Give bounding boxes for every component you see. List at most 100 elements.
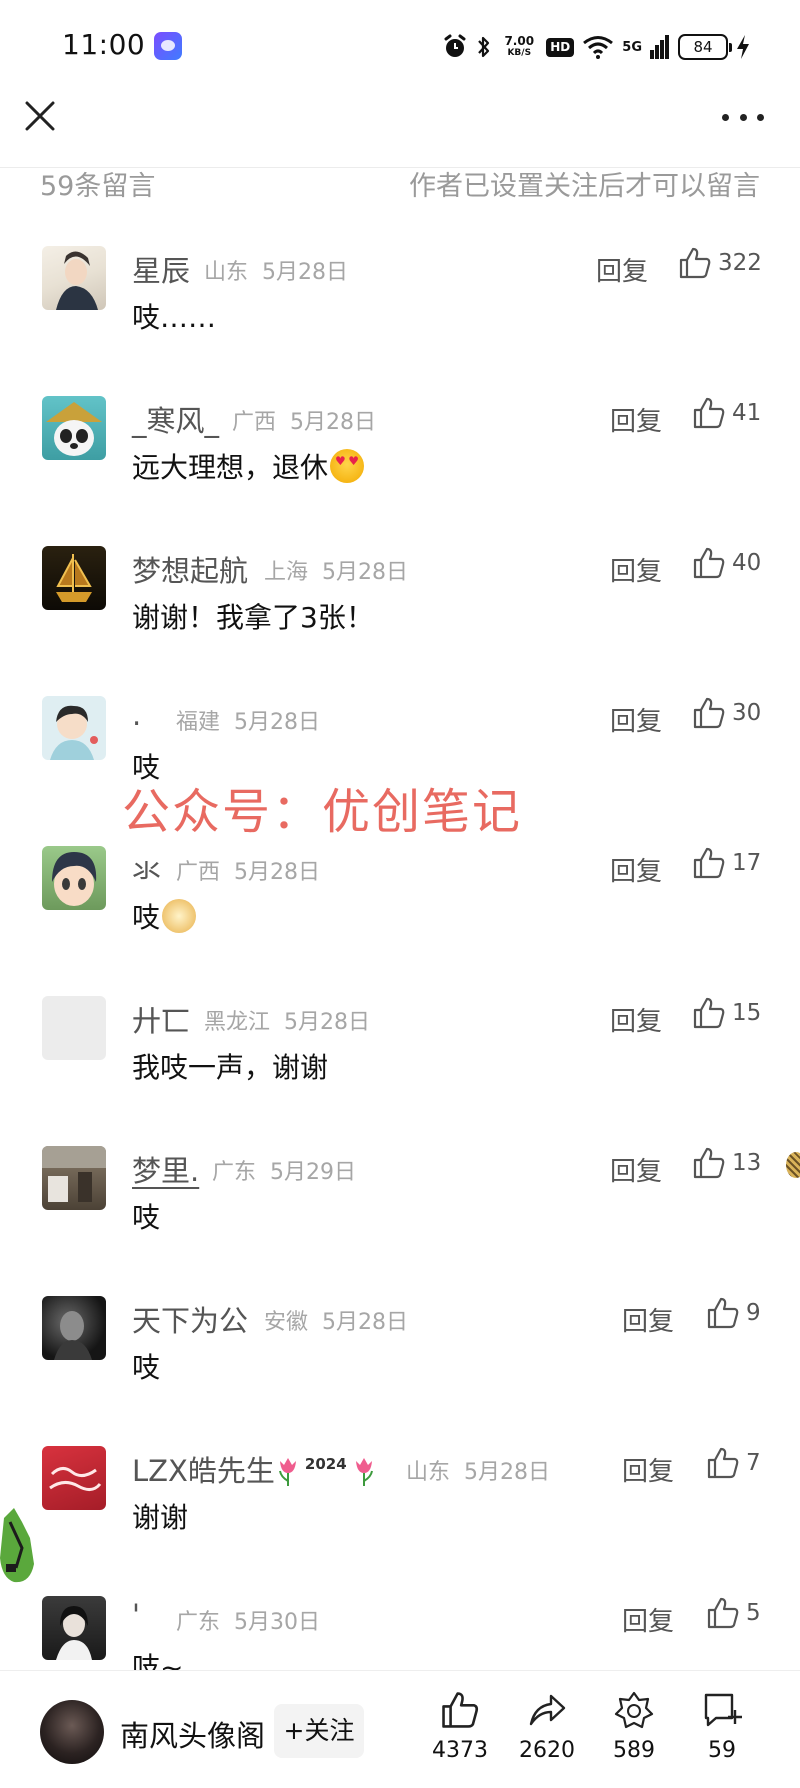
like-button[interactable]: 41 [692,396,761,430]
comment-author[interactable]: 天下为公 [132,1298,248,1340]
avatar[interactable] [42,1446,106,1510]
comment-author[interactable]: . [132,698,141,732]
reply-button[interactable]: 回复 [622,1601,674,1638]
author-avatar[interactable] [40,1700,104,1764]
comment-item: 星辰 山东 5月28日 吱…… 回复 322 [0,246,800,376]
battery-icon: 84 [678,34,732,60]
comment-author[interactable]: ' [132,1598,140,1632]
heart-eyes-emoji-icon [330,449,365,483]
comment-region: 上海 [264,560,309,585]
avatar[interactable] [42,246,106,310]
like-count: 9 [746,1300,761,1326]
comment-item: 梦里. 广东 5月29日 吱 回复 13 [0,1146,800,1276]
comment-text: 我吱一声，谢谢 [132,1051,329,1084]
thumbs-up-icon [692,996,726,1030]
avatar[interactable] [42,1296,106,1360]
comment-text-body: 远大理想，退休 [132,451,329,484]
reply-button[interactable]: 回复 [622,1301,674,1338]
comment-item: _寒风_ 广西 5月28日 远大理想，退休 回复 41 [0,396,800,526]
reply-button[interactable]: 回复 [610,701,662,738]
like-button[interactable]: 40 [692,546,761,580]
comment-text: 吱 [132,1351,161,1384]
comment-region: 安徽 [264,1310,309,1335]
comment-author[interactable]: 氺 [132,848,161,890]
like-button[interactable]: 13 [692,1146,761,1180]
comment-date: 5月28日 [234,710,321,735]
avatar[interactable] [42,546,106,610]
comment-meta: 黑龙江 5月28日 [204,1004,370,1036]
comment-meta: 广东 5月30日 [176,1604,320,1636]
follow-button[interactable]: +关注 [274,1704,364,1758]
like-count: 5 [746,1600,761,1626]
like-button[interactable]: 15 [692,996,761,1030]
like-button[interactable]: 322 [678,246,762,280]
comment-author[interactable]: _寒风_ [132,398,219,440]
comment-date: 5月30日 [234,1610,321,1635]
reply-button[interactable]: 回复 [610,1001,662,1038]
avatar[interactable] [42,396,106,460]
reply-button[interactable]: 回复 [596,251,648,288]
like-count: 30 [732,700,762,726]
comment-item: LZX皓先生 2024 山东 5月28日 谢谢 回复 7 [0,1446,800,1576]
comment-author[interactable]: 星辰 [132,248,190,290]
comment-item: 梦想起航 上海 5月28日 谢谢！我拿了3张！ 回复 40 [0,546,800,676]
comment-text: 吱 [132,1201,161,1234]
comment-text: 远大理想，退休 [132,446,365,486]
status-bar: 11:00 7.00 KB/S HD 5G 84 [0,0,800,96]
like-button[interactable]: 30 [692,696,761,730]
more-icon[interactable] [722,110,764,124]
share-button[interactable]: 2620 [507,1690,587,1763]
thumbs-up-icon [692,696,726,730]
comment-author[interactable]: 梦想起航 [132,548,248,590]
article-like-button[interactable]: 4373 [420,1690,500,1763]
comment-button[interactable]: 59 [682,1690,762,1763]
like-count: 17 [732,850,762,876]
comment-item: 氺 广西 5月28日 吱 回复 17 [0,846,800,976]
thumbs-up-icon [692,546,726,580]
like-count: 41 [732,400,762,426]
author-name[interactable]: 南风头像阁 [120,1713,265,1755]
close-icon[interactable] [24,100,56,132]
like-total: 4373 [432,1738,488,1763]
share-total: 2620 [519,1738,575,1763]
comment-count: 59条留言 [40,171,156,202]
like-button[interactable]: 5 [706,1596,761,1630]
avatar[interactable] [42,696,106,760]
comment-region: 广东 [176,1610,221,1635]
like-button[interactable]: 7 [706,1446,761,1480]
comment-author[interactable]: LZX皓先生 2024 [132,1448,377,1490]
share-icon [507,1690,587,1730]
thumbs-up-icon [692,1146,726,1180]
like-button[interactable]: 9 [706,1296,761,1330]
comment-author[interactable]: 梦里. [132,1148,199,1190]
comment-meta: 上海 5月28日 [264,554,408,586]
reply-button[interactable]: 回复 [610,851,662,888]
comment-meta: 福建 5月28日 [176,704,320,736]
avatar[interactable] [42,846,106,910]
like-button[interactable]: 17 [692,846,761,880]
reply-button[interactable]: 回复 [610,551,662,588]
avatar[interactable] [42,1146,106,1210]
favorite-total: 589 [613,1738,655,1763]
comment-meta: 广东 5月29日 [212,1154,356,1186]
app-badge-icon [154,32,182,60]
charging-icon [736,34,750,60]
bluetooth-icon [476,34,492,60]
reply-button[interactable]: 回复 [622,1451,674,1488]
comment-author[interactable]: 廾匸 [132,998,190,1040]
reply-button[interactable]: 回复 [610,1151,662,1188]
comment-region: 广西 [232,410,277,435]
comment-meta: 安徽 5月28日 [264,1304,408,1336]
comment-date: 5月28日 [262,260,349,285]
comment-text: 谢谢！我拿了3张！ [132,601,374,634]
signal-type: 5G [622,39,642,55]
favorite-icon [594,1690,674,1730]
reply-button[interactable]: 回复 [610,401,662,438]
avatar[interactable] [42,996,106,1060]
comment-meta: 山东 5月28日 [406,1454,550,1486]
thumbs-up-icon [420,1690,500,1730]
avatar[interactable] [42,1596,106,1660]
top-nav [0,96,800,168]
favorite-button[interactable]: 589 [594,1690,674,1763]
tulip-emoji-icon [355,1458,373,1486]
